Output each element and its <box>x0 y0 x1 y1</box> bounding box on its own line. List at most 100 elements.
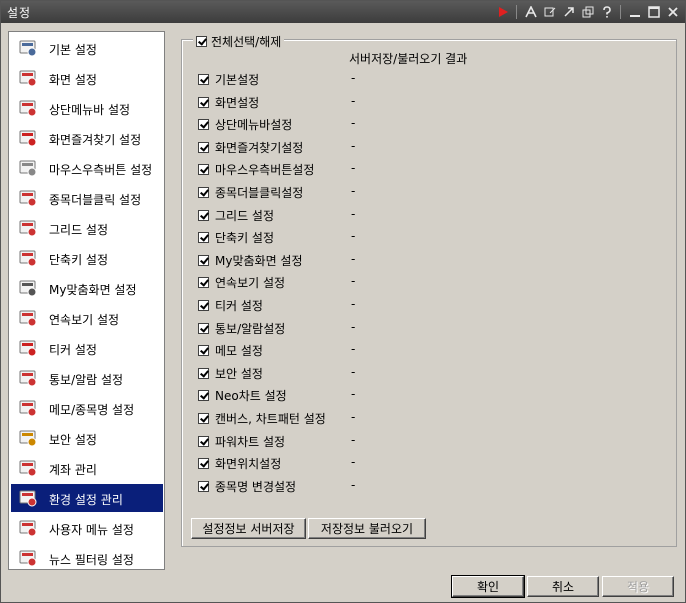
option-row[interactable]: 보안 설정 - <box>198 364 578 382</box>
option-result: - <box>351 342 356 357</box>
option-checkbox[interactable] <box>198 141 209 153</box>
edit-icon[interactable] <box>541 4 558 20</box>
option-row[interactable]: 연속보기 설정 - <box>198 273 578 291</box>
option-checkbox[interactable] <box>198 277 209 289</box>
memo-icon <box>19 399 37 417</box>
option-result: - <box>351 184 356 198</box>
sidebar-item[interactable]: 마우스우측버튼 설정 <box>11 154 163 182</box>
option-row[interactable]: 마우스우측버튼설정 - <box>198 160 578 178</box>
sidebar-item-label: 티커 설정 <box>49 343 97 357</box>
option-checkbox[interactable] <box>198 480 209 492</box>
option-checkbox[interactable] <box>198 119 209 131</box>
option-row[interactable]: 화면즐겨찾기설정 - <box>198 138 578 156</box>
option-checkbox[interactable] <box>198 413 209 424</box>
apply-button[interactable]: 적용 <box>602 576 674 597</box>
help-icon[interactable] <box>598 4 615 20</box>
menubar-icon <box>19 99 37 117</box>
option-row[interactable]: 종목명 변경설정 - <box>198 477 578 495</box>
option-checkbox[interactable] <box>198 96 209 108</box>
option-row[interactable]: 티커 설정 - <box>198 296 578 314</box>
option-row[interactable]: 기본설정 - <box>198 70 578 88</box>
option-result: - <box>351 229 356 244</box>
minimize-icon[interactable] <box>626 4 643 20</box>
option-label: 상단메뉴바설정 <box>215 118 293 133</box>
grid-icon <box>19 219 37 237</box>
option-checkbox[interactable] <box>198 232 209 244</box>
option-row[interactable]: Neo차트 설정 - <box>198 386 578 404</box>
option-checkbox[interactable] <box>198 435 209 447</box>
option-checkbox[interactable] <box>198 458 209 470</box>
option-row[interactable]: 메모 설정 - <box>198 341 578 359</box>
option-label: 단축키 설정 <box>215 231 275 246</box>
option-row[interactable]: 통보/알람설정 - <box>198 319 578 337</box>
font-icon[interactable] <box>522 4 539 20</box>
option-result: - <box>351 274 356 289</box>
sidebar-item[interactable]: 기본 설정 <box>11 34 163 62</box>
option-checkbox[interactable] <box>198 209 209 221</box>
sidebar-item-label: 환경 설정 관리 <box>49 493 123 507</box>
sidebar-item[interactable]: 환경 설정 관리 <box>11 484 163 512</box>
option-row[interactable]: 파워차트 설정 - <box>198 432 578 450</box>
select-all-label: 전체선택/해제 <box>211 35 282 49</box>
option-checkbox[interactable] <box>198 390 209 402</box>
load-saved-button[interactable]: 저장정보 불러오기 <box>308 518 426 539</box>
option-row[interactable]: 그리드 설정 - <box>198 206 578 224</box>
option-checkbox[interactable] <box>198 164 209 176</box>
option-row[interactable]: 화면위치설정 - <box>198 454 578 472</box>
option-result: - <box>351 161 356 176</box>
option-checkbox[interactable] <box>198 254 209 266</box>
sidebar-item[interactable]: 계좌 관리 <box>11 454 163 482</box>
sidebar-item-label: 단축키 설정 <box>49 253 109 267</box>
select-all-checkbox[interactable] <box>196 36 207 47</box>
sidebar-item[interactable]: 상단메뉴바 설정 <box>11 94 163 122</box>
sidebar-item[interactable]: 화면즐겨찾기 설정 <box>11 124 163 152</box>
sidebar-item[interactable]: 보안 설정 <box>11 424 163 452</box>
option-checkbox[interactable] <box>198 322 209 334</box>
cancel-button[interactable]: 취소 <box>527 576 599 597</box>
option-row[interactable]: 단축키 설정 - <box>198 228 578 246</box>
settings-category-list[interactable]: 기본 설정 화면 설정 상단메뉴바 설정 화면즐겨찾기 설정마우스우측버튼 설정종목더… <box>8 31 165 570</box>
option-checkbox[interactable] <box>198 300 209 311</box>
option-result: - <box>351 387 356 402</box>
option-label: 화면즐겨찾기설정 <box>215 140 304 155</box>
option-result: - <box>351 455 356 470</box>
option-row[interactable]: 캔버스, 차트패턴 설정 - <box>198 409 578 427</box>
sidebar-item[interactable]: 사용자 메뉴 설정 <box>11 514 163 542</box>
option-row[interactable]: My맞춤화면 설정 - <box>198 251 578 269</box>
option-label: Neo차트 설정 <box>215 389 287 404</box>
select-all-toggle[interactable]: 전체선택/해제 <box>193 33 285 50</box>
option-result: - <box>351 319 356 334</box>
monitor-gear-icon <box>19 39 37 57</box>
sidebar-item[interactable]: 메모/종목명 설정 <box>11 394 163 422</box>
pin-icon[interactable] <box>560 4 577 20</box>
option-row[interactable]: 종목더블클릭설정 - <box>198 183 578 201</box>
option-label: 티커 설정 <box>215 299 263 313</box>
option-label: 파워차트 설정 <box>215 434 286 449</box>
maximize-icon[interactable] <box>645 4 662 20</box>
sidebar-item[interactable]: 단축키 설정 <box>11 244 163 272</box>
restore-icon[interactable] <box>579 4 596 20</box>
ok-button[interactable]: 확인 <box>451 575 525 598</box>
save-to-server-button[interactable]: 설정정보 서버저장 <box>191 518 306 539</box>
sidebar-item[interactable]: 종목더블클릭 설정 <box>11 184 163 212</box>
option-checkbox[interactable] <box>198 74 209 85</box>
sidebar-item[interactable]: 화면 설정 <box>11 64 163 92</box>
sidebar-item[interactable]: 연속보기 설정 <box>11 304 163 332</box>
option-checkbox[interactable] <box>198 367 209 379</box>
play-icon[interactable] <box>494 4 511 20</box>
close-icon[interactable] <box>664 4 681 20</box>
option-result: - <box>351 410 356 424</box>
option-result: - <box>351 477 356 492</box>
sidebar-item[interactable]: My맞춤화면 설정 <box>11 274 163 302</box>
sidebar-item-label: 마우스우측버튼 설정 <box>49 163 153 177</box>
option-checkbox[interactable] <box>198 187 209 198</box>
sidebar-item[interactable]: 티커 설정 <box>11 334 163 362</box>
sidebar-item[interactable]: 뉴스 필터링 설정 <box>11 544 163 569</box>
sidebar-item-label: 계좌 관리 <box>49 463 97 477</box>
sidebar-item[interactable]: 그리드 설정 <box>11 214 163 242</box>
option-checkbox[interactable] <box>198 345 209 357</box>
option-row[interactable]: 상단메뉴바설정 - <box>198 115 578 133</box>
option-row[interactable]: 화면설정 - <box>198 93 578 111</box>
sidebar-item[interactable]: 통보/알람 설정 <box>11 364 163 392</box>
user-menu-icon <box>19 519 37 537</box>
